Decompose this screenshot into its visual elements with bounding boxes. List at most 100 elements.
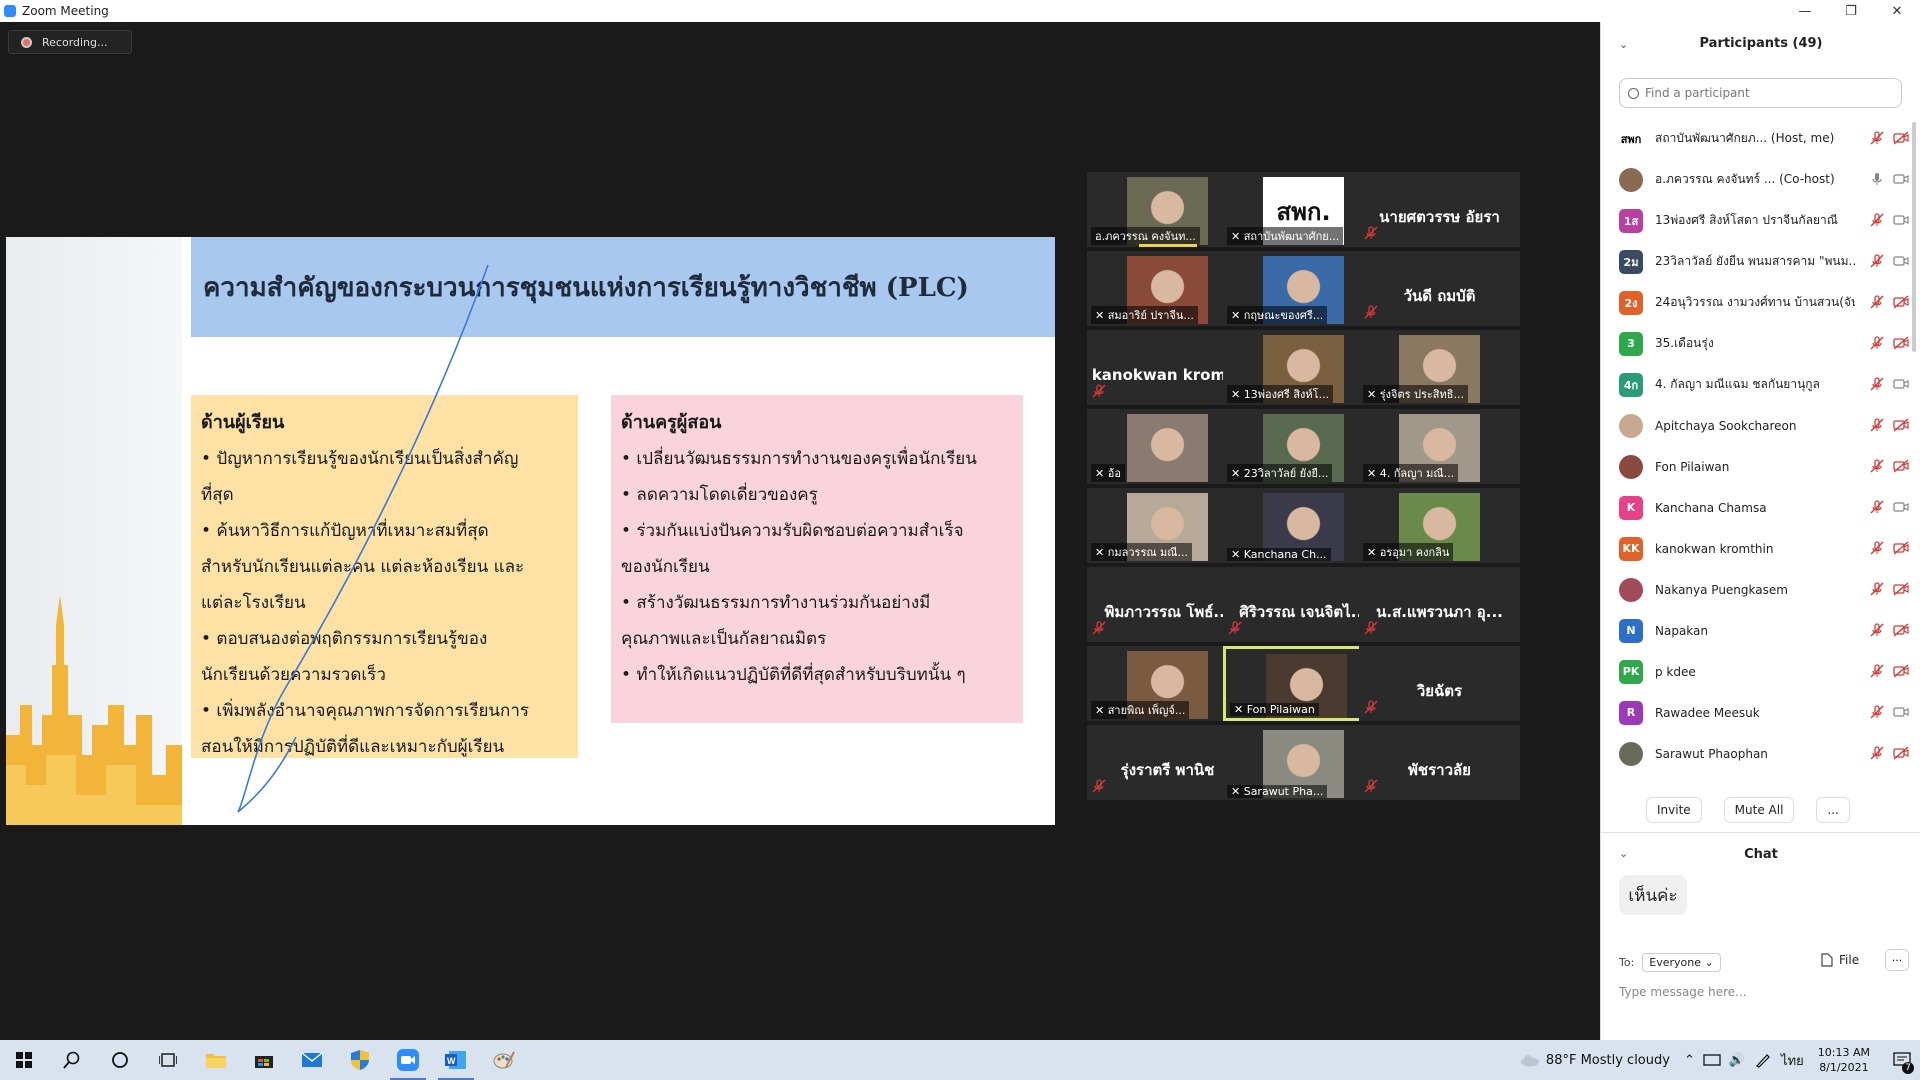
window-title: Zoom Meeting — [22, 4, 109, 18]
word-button[interactable]: W — [432, 1040, 480, 1080]
video-tile[interactable]: วิยฉัตร — [1359, 646, 1520, 721]
video-tile[interactable]: นายศตวรรษ อัยรา — [1359, 172, 1520, 247]
video-tile[interactable]: ✕ อรอุมา คงกลิน — [1359, 488, 1520, 563]
teacher-line: • สร้างวัฒนธรรมการทำงานร่วมกันอย่างมี — [621, 593, 931, 613]
cortana-button[interactable] — [96, 1040, 144, 1080]
start-button[interactable] — [0, 1040, 48, 1080]
mute-all-button[interactable]: Mute All — [1723, 797, 1795, 823]
store-button[interactable] — [240, 1040, 288, 1080]
participant-row[interactable]: KK kanokwan kromthin — [1619, 528, 1909, 569]
chat-message: เห็นค่ะ — [1619, 875, 1687, 915]
mail-button[interactable] — [288, 1040, 336, 1080]
participant-search-input[interactable]: Find a participant — [1619, 78, 1902, 108]
participant-row[interactable]: อ.ภควรรณ คงจันทร์ ... (Co-host) — [1619, 159, 1909, 200]
video-tile[interactable]: ✕ 4. กัลญา มณี... — [1359, 409, 1520, 484]
tile-mic-indicator — [1091, 620, 1107, 640]
participant-name: Napakan — [1655, 623, 1708, 638]
learner-line: นักเรียนด้วยความรวดเร็ว — [201, 665, 386, 685]
task-view-button[interactable] — [144, 1040, 192, 1080]
chat-input[interactable]: Type message here... — [1619, 985, 1747, 999]
muted-mic-icon — [1364, 621, 1378, 635]
participant-scrollbar[interactable] — [1912, 122, 1916, 352]
participant-status-icons — [1869, 663, 1909, 679]
avatar — [1619, 413, 1643, 438]
search-taskbar-button[interactable] — [48, 1040, 96, 1080]
chat-recipient-row: To: Everyone ⌄ — [1619, 953, 1721, 972]
show-hidden-icons[interactable]: ⌃ — [1684, 1053, 1695, 1068]
muted-mic-icon — [1364, 779, 1378, 793]
paint-button[interactable] — [480, 1040, 528, 1080]
shield-icon — [351, 1050, 369, 1070]
pen-icon[interactable] — [1755, 1052, 1771, 1068]
title-bar: Zoom Meeting — ❐ ✕ — [0, 0, 1920, 22]
avatar: R — [1619, 700, 1643, 725]
participant-row[interactable]: 3 35.เดือนรุ่ง — [1619, 323, 1909, 364]
minimize-button[interactable]: — — [1782, 0, 1828, 22]
participant-row[interactable]: 1ส 13พ่องศรี สิงห์โสดา ปราจีนกัลยาณี — [1619, 200, 1909, 241]
more-options-button[interactable]: ... — [1816, 797, 1850, 823]
file-explorer-button[interactable] — [192, 1040, 240, 1080]
camera-off-icon — [1893, 746, 1909, 760]
zoom-logo-icon — [4, 5, 16, 17]
participant-name: 13พ่องศรี สิงห์โสดา ปราจีนกัลยาณี — [1655, 213, 1838, 227]
participant-name-label: ✕ Sarawut Pha... — [1227, 785, 1328, 798]
participant-name: Kanchana Chamsa — [1655, 500, 1767, 515]
chat-more-button[interactable]: ··· — [1885, 949, 1909, 971]
network-icon[interactable] — [1703, 1053, 1721, 1067]
recipient-select[interactable]: Everyone ⌄ — [1642, 953, 1721, 972]
participant-row[interactable]: 2ม 23วิลาวัลย์ ยังยืน พนมสารคาม "พนม... — [1619, 241, 1909, 282]
participant-name: kanokwan kromthin — [1655, 541, 1774, 556]
slide-title-bar: ความสำคัญของกระบวนการชุมชนแห่งการเรียนรู… — [191, 237, 1055, 337]
folder-icon — [206, 1054, 226, 1068]
participant-status-icons — [1869, 745, 1909, 761]
participant-row[interactable]: Fon Pilaiwan — [1619, 446, 1909, 487]
task-view-icon — [159, 1053, 177, 1067]
zoom-taskbar-button[interactable] — [384, 1040, 432, 1080]
clock[interactable]: 10:13 AM 8/1/2021 — [1818, 1045, 1870, 1075]
participant-row[interactable]: K Kanchana Chamsa — [1619, 487, 1909, 528]
participant-name-label: ✕ กฤษณะของศรี... — [1227, 306, 1328, 324]
participant-row[interactable]: Apitchaya Sookchareon — [1619, 405, 1909, 446]
security-button[interactable] — [336, 1040, 384, 1080]
video-tile[interactable]: พัชราวลัย — [1359, 725, 1520, 800]
avatar: K — [1619, 495, 1643, 520]
teacher-line: • ร่วมกันแบ่งปันความรับผิดชอบต่อความสำเร… — [621, 521, 964, 541]
participant-row[interactable]: R Rawadee Meesuk — [1619, 692, 1909, 733]
participant-name-center: นายศตวรรษ อัยรา — [1379, 208, 1500, 226]
participant-row[interactable]: สพก สถาบันพัฒนาศักยภ... (Host, me) — [1619, 118, 1909, 159]
participant-row[interactable]: N Napakan — [1619, 610, 1909, 651]
svg-text:W: W — [447, 1056, 456, 1066]
participant-row[interactable]: 4ก 4. กัลญา มณีแฉม ชลกันยานุกูล — [1619, 364, 1909, 405]
participant-name-center: วิยฉัตร — [1416, 682, 1463, 700]
participant-row[interactable]: 2ง 24อนุวิวรรณ งามวงศ์ทาน บ้านสวน(จัน... — [1619, 282, 1909, 323]
participant-name-label: ✕ สายพิณ เพ็ญจ์... — [1091, 701, 1190, 719]
recording-indicator[interactable]: Recording... — [8, 30, 132, 54]
participant-name: Apitchaya Sookchareon — [1655, 418, 1797, 433]
learner-box: ด้านผู้เรียน • ปัญหาการเรียนรู้ของนักเรี… — [191, 395, 578, 758]
mic-icon — [1872, 173, 1882, 185]
video-tile[interactable]: วันดี ถมบัติ — [1359, 251, 1520, 326]
invite-button[interactable]: Invite — [1646, 797, 1702, 823]
camera-off-icon — [1893, 623, 1909, 637]
file-button[interactable]: File — [1821, 953, 1859, 967]
city-skyline-image — [6, 595, 182, 825]
restore-button[interactable]: ❐ — [1828, 0, 1874, 22]
notification-center-button[interactable]: 7 — [1884, 1052, 1920, 1074]
weather-text[interactable]: 88°F Mostly cloudy — [1546, 1053, 1670, 1068]
participant-row[interactable]: Sarawut Phaophan — [1619, 733, 1909, 774]
slide-title: ความสำคัญของกระบวนการชุมชนแห่งการเรียนรู… — [203, 272, 969, 303]
learner-line: • ปัญหาการเรียนรู้ของนักเรียนเป็นสิ่งสำค… — [201, 449, 519, 469]
video-tile[interactable]: ✕ รุ่งจิตร ประสิทธิ... — [1359, 330, 1520, 405]
volume-icon[interactable]: 🔊 — [1729, 1053, 1745, 1068]
camera-icon — [1893, 379, 1909, 389]
participant-row[interactable]: Nakanya Puengkasem — [1619, 569, 1909, 610]
input-language[interactable]: ไทย — [1781, 1050, 1804, 1071]
participant-name-label: ✕ สมอาริย์ ปราจีน... — [1091, 306, 1198, 324]
close-button[interactable]: ✕ — [1874, 0, 1920, 22]
teacher-line: คุณภาพและเป็นกัลยาณมิตร — [621, 629, 827, 649]
participant-row[interactable]: PK p kdee — [1619, 651, 1909, 692]
participant-name: Rawadee Meesuk — [1655, 705, 1760, 720]
participant-name: 4. กัลญา มณีแฉม ชลกันยานุกูล — [1655, 377, 1820, 391]
video-tile[interactable]: น.ส.แพรวนภา อุ... — [1359, 567, 1520, 642]
mail-icon — [301, 1052, 323, 1067]
